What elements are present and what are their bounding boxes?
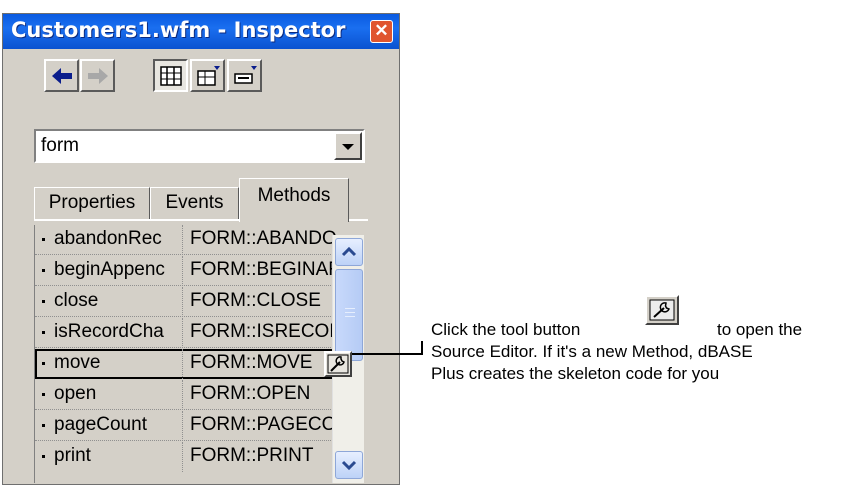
row-divider [35,285,357,286]
close-icon: ✕ [374,21,389,40]
table-row[interactable]: isRecordCha FORM::ISRECOF [35,318,357,348]
tool-button[interactable] [324,351,352,377]
method-name: beginAppenc [54,259,165,280]
row-bullet [42,238,45,241]
window-title: Customers1.wfm - Inspector [11,18,346,42]
tool-button-illustration [645,295,679,325]
callout-text-line1-end: to open the [717,320,802,340]
thumb-grip [345,316,355,317]
callout-text-line2: Source Editor. If it's a new Method, dBA… [431,342,753,362]
back-button[interactable] [44,59,79,92]
column-divider [182,380,183,410]
scroll-up-button[interactable] [335,238,363,266]
column-divider [182,411,183,441]
callout-text-line1: Click the tool button [431,320,580,340]
tab-label: Properties [48,192,136,213]
row-bullet [42,393,45,396]
table-row[interactable]: abandonRec FORM::ABANDO [35,225,357,255]
table-row[interactable]: beginAppenc FORM::BEGINAF [35,256,357,286]
tab-label: Methods [257,185,331,206]
method-name: close [54,290,99,311]
arrow-right-icon [88,68,108,84]
object-properties-button[interactable] [190,59,225,92]
chevron-up-icon [341,246,357,257]
callout-text: Click the tool button [431,320,581,339]
title-bar[interactable]: Customers1.wfm - Inspector ✕ [3,14,399,49]
method-name: pageCount [54,414,147,435]
arrow-left-icon [52,68,72,84]
methods-grid: abandonRec FORM::ABANDO beginAppenc FORM… [34,225,368,483]
callout-line [421,341,423,355]
callout-text: Source Editor. If it's a new Method, dBA… [431,342,753,361]
object-icon [197,66,220,86]
close-button[interactable]: ✕ [370,20,393,43]
thumb-grip [345,308,355,309]
method-name: isRecordCha [54,321,164,342]
row-bullet [42,362,45,365]
wrench-icon [327,354,349,374]
chevron-down-icon [341,460,357,471]
object-selector-value: form [41,135,79,156]
method-name: open [54,383,97,404]
scroll-down-button[interactable] [335,451,363,479]
method-name: print [54,445,91,466]
column-divider [182,318,183,348]
table-row[interactable]: close FORM::CLOSE [35,287,357,317]
column-divider [182,442,183,472]
row-bullet [42,331,45,334]
tab-properties[interactable]: Properties [34,187,150,220]
wrench-icon [649,299,675,321]
row-divider [35,254,357,255]
tab-events[interactable]: Events [150,187,239,220]
table-row-selected[interactable]: move FORM::MOVE [35,349,352,379]
callout-text: Plus creates the skeleton code for you [431,364,720,383]
dropdown-button[interactable] [334,132,362,160]
column-divider [182,225,183,255]
row-divider [35,409,357,410]
column-divider [182,256,183,286]
forward-button[interactable] [80,59,115,92]
method-name: move [54,352,101,373]
callout-text: to open the [717,320,803,339]
row-bullet [42,424,45,427]
grid-icon [160,66,182,86]
table-row[interactable]: pageCount FORM::PAGECO [35,411,357,441]
callout-text-line3: Plus creates the skeleton code for you [431,364,719,384]
row-bullet [42,300,45,303]
object-selector[interactable]: form [34,129,365,163]
thumb-grip [345,312,355,313]
row-divider [35,316,357,317]
tab-methods[interactable]: Methods [239,178,349,222]
row-bullet [42,455,45,458]
table-row[interactable]: open FORM::OPEN [35,380,357,410]
scroll-thumb[interactable] [335,269,363,361]
row-divider [35,440,357,441]
column-divider [182,349,183,379]
tab-label: Events [165,192,224,213]
object-icon [234,66,257,84]
row-bullet [42,269,45,272]
method-name: abandonRec [54,228,162,249]
callout-line [352,353,422,355]
column-divider [182,287,183,317]
chevron-down-icon [342,144,354,150]
inspector-window: Customers1.wfm - Inspector ✕ form Proper… [2,13,400,485]
table-row[interactable]: print FORM::PRINT [35,442,335,472]
row-divider [35,347,357,348]
categorized-view-button[interactable] [153,59,188,92]
object-inspector-button[interactable] [227,59,262,92]
